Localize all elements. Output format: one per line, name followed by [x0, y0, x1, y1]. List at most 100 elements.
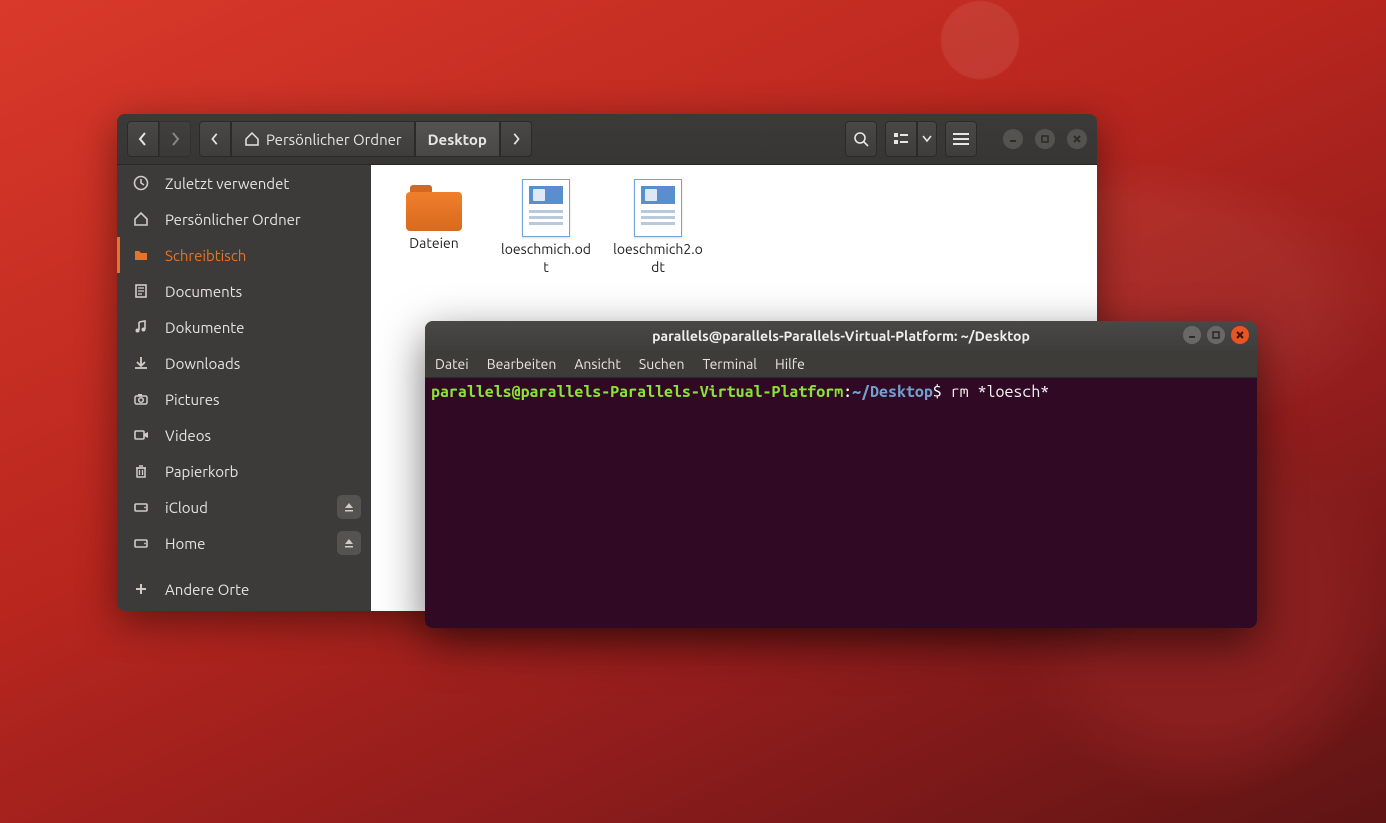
eject-button[interactable]	[337, 495, 361, 519]
video-icon	[131, 425, 151, 445]
hamburger-menu-button[interactable]	[945, 121, 977, 157]
nav-back-button[interactable]	[127, 121, 159, 157]
sidebar-item-label: Dokumente	[165, 319, 244, 336]
sidebar-item-label: Videos	[165, 427, 211, 444]
breadcrumb-current-label: Desktop	[428, 131, 487, 148]
odt-document-icon	[522, 179, 570, 237]
prompt-sigil: $	[933, 383, 951, 401]
chevron-right-icon	[169, 132, 181, 146]
breadcrumb: Persönlicher Ordner Desktop	[199, 121, 532, 157]
plus-icon	[131, 579, 151, 599]
chevron-right-icon	[511, 133, 521, 145]
sidebar-item-label: Documents	[165, 283, 242, 300]
sidebar-item-label: iCloud	[165, 499, 208, 516]
menu-bearbeiten[interactable]: Bearbeiten	[487, 356, 557, 372]
menu-suchen[interactable]: Suchen	[639, 356, 685, 372]
sidebar-item-label: Schreibtisch	[165, 247, 246, 264]
breadcrumb-more-button[interactable]	[500, 121, 532, 157]
terminal-titlebar[interactable]: parallels@parallels-Parallels-Virtual-Pl…	[425, 321, 1257, 351]
chevron-left-icon	[137, 132, 149, 146]
nav-back-forward	[127, 121, 191, 157]
sidebar-item-persönlicher-ordner[interactable]: Persönlicher Ordner	[117, 201, 371, 237]
file-label: Dateien	[389, 235, 479, 253]
prompt-sep: :	[843, 383, 852, 401]
sidebar-item-schreibtisch[interactable]: Schreibtisch	[117, 237, 371, 273]
file-label: loeschmich2.odt	[613, 241, 703, 276]
sidebar-item-label: Persönlicher Ordner	[165, 211, 301, 228]
maximize-icon	[1040, 134, 1050, 144]
prompt-command: rm *loesch*	[951, 383, 1050, 401]
hamburger-icon	[953, 133, 969, 145]
odt-document-icon	[634, 179, 682, 237]
menu-datei[interactable]: Datei	[435, 356, 469, 372]
clock-icon	[131, 173, 151, 193]
sidebar-item-label: Pictures	[165, 391, 220, 408]
sidebar-item-label: Home	[165, 535, 205, 552]
download-icon	[131, 353, 151, 373]
folder-icon	[131, 245, 151, 265]
trash-icon	[131, 461, 151, 481]
eject-icon	[343, 537, 355, 549]
file-item[interactable]: loeschmich.odt	[501, 179, 591, 276]
home-icon	[131, 209, 151, 229]
search-icon	[853, 131, 869, 147]
home-icon	[244, 131, 260, 147]
breadcrumb-home-label: Persönlicher Ordner	[266, 131, 402, 148]
camera-icon	[131, 389, 151, 409]
close-button[interactable]	[1067, 129, 1087, 149]
sidebar-item-videos[interactable]: Videos	[117, 417, 371, 453]
sidebar-item-papierkorb[interactable]: Papierkorb	[117, 453, 371, 489]
breadcrumb-home[interactable]: Persönlicher Ordner	[231, 121, 415, 157]
sidebar-item-pictures[interactable]: Pictures	[117, 381, 371, 417]
sidebar-item-downloads[interactable]: Downloads	[117, 345, 371, 381]
sidebar-item-label: Papierkorb	[165, 463, 238, 480]
breadcrumb-up-button[interactable]	[199, 121, 231, 157]
minimize-button[interactable]	[1003, 129, 1023, 149]
eject-button[interactable]	[337, 531, 361, 555]
view-toggle-button[interactable]	[885, 121, 917, 157]
sidebar-item-home[interactable]: Home	[117, 525, 371, 561]
sidebar-item-label: Downloads	[165, 355, 240, 372]
list-view-icon	[893, 132, 909, 146]
folder-icon	[406, 185, 462, 231]
files-toolbar: Persönlicher Ordner Desktop	[117, 114, 1097, 165]
files-sidebar: Zuletzt verwendet Persönlicher Ordner Schr…	[117, 165, 371, 611]
menu-terminal[interactable]: Terminal	[702, 356, 757, 372]
terminal-minimize-button[interactable]	[1183, 326, 1201, 344]
sidebar-item-zuletzt-verwendet[interactable]: Zuletzt verwendet	[117, 165, 371, 201]
file-item[interactable]: loeschmich2.odt	[613, 179, 703, 276]
terminal-maximize-button[interactable]	[1207, 326, 1225, 344]
menu-hilfe[interactable]: Hilfe	[775, 356, 805, 372]
sidebar-item-dokumente[interactable]: Dokumente	[117, 309, 371, 345]
drive-icon	[131, 533, 151, 553]
prompt-path: ~/Desktop	[852, 383, 933, 401]
chevron-down-icon	[922, 135, 932, 143]
menu-ansicht[interactable]: Ansicht	[574, 356, 621, 372]
nav-forward-button[interactable]	[159, 121, 191, 157]
chevron-left-icon	[210, 133, 220, 145]
terminal-window: parallels@parallels-Parallels-Virtual-Pl…	[425, 321, 1257, 628]
eject-icon	[343, 501, 355, 513]
prompt-userhost: parallels@parallels-Parallels-Virtual-Pl…	[431, 383, 843, 401]
terminal-body[interactable]: parallels@parallels-Parallels-Virtual-Pl…	[425, 378, 1257, 628]
close-icon	[1235, 330, 1245, 340]
minimize-icon	[1008, 134, 1018, 144]
view-menu-button[interactable]	[917, 121, 937, 157]
sidebar-item-andere-orte[interactable]: Andere Orte	[117, 571, 371, 607]
close-icon	[1072, 134, 1082, 144]
maximize-button[interactable]	[1035, 129, 1055, 149]
sidebar-item-documents[interactable]: Documents	[117, 273, 371, 309]
music-icon	[131, 317, 151, 337]
sidebar-item-icloud[interactable]: iCloud	[117, 489, 371, 525]
search-button[interactable]	[845, 121, 877, 157]
maximize-icon	[1211, 330, 1221, 340]
terminal-title: parallels@parallels-Parallels-Virtual-Pl…	[652, 328, 1030, 344]
sidebar-item-label: Andere Orte	[165, 581, 249, 598]
file-item[interactable]: Dateien	[389, 179, 479, 253]
terminal-close-button[interactable]	[1231, 326, 1249, 344]
document-icon	[131, 281, 151, 301]
breadcrumb-current[interactable]: Desktop	[415, 121, 500, 157]
sidebar-item-label: Zuletzt verwendet	[165, 175, 289, 192]
terminal-menubar: Datei Bearbeiten Ansicht Suchen Terminal…	[425, 351, 1257, 378]
file-label: loeschmich.odt	[501, 241, 591, 276]
